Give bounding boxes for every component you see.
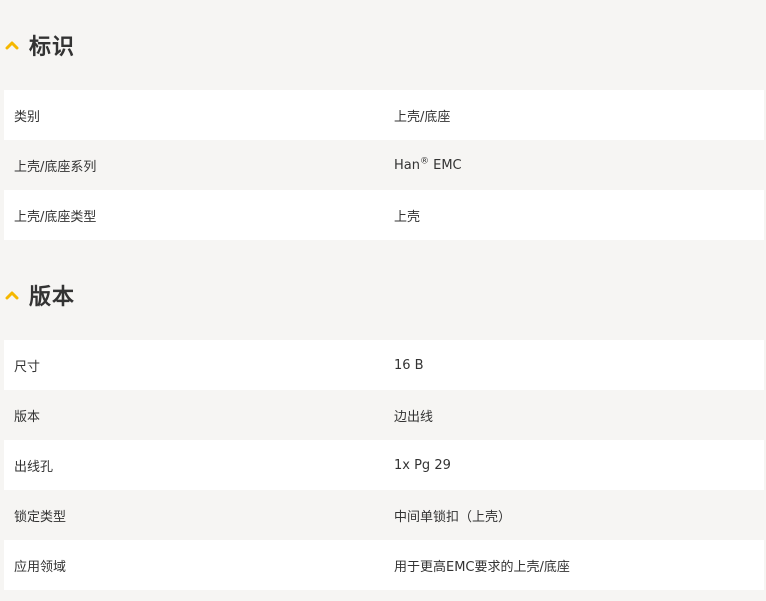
spec-table: 类别 上壳/底座 上壳/底座系列 Han® EMC 上壳/底座类型 上壳 (4, 90, 764, 240)
table-row: 尺寸 16 B (4, 340, 764, 390)
spec-table: 尺寸 16 B 版本 边出线 出线孔 1x Pg 29 锁定类型 中间单锁扣（上… (4, 340, 764, 590)
section-identification: 标识 类别 上壳/底座 上壳/底座系列 Han® EMC 上壳/底座类型 上壳 (0, 0, 766, 240)
spec-label: 版本 (14, 409, 41, 425)
spec-value: 边出线 (394, 409, 434, 425)
spec-label: 锁定类型 (14, 509, 67, 525)
spec-value: 1x Pg 29 (394, 457, 451, 473)
spec-value: 上壳/底座 (394, 109, 451, 125)
spec-label: 上壳/底座系列 (14, 159, 97, 175)
spec-value-suffix: EMC (428, 157, 462, 173)
table-row: 锁定类型 中间单锁扣（上壳） (4, 490, 764, 540)
spec-value-text: Han (394, 157, 420, 173)
spec-label: 类别 (14, 109, 41, 125)
section-header-version[interactable]: 版本 (0, 250, 766, 340)
spec-label: 上壳/底座类型 (14, 209, 97, 225)
section-header-identification[interactable]: 标识 (0, 0, 766, 90)
table-row: 上壳/底座类型 上壳 (4, 190, 764, 240)
spec-value: 16 B (394, 357, 424, 373)
section-title: 标识 (29, 35, 76, 60)
chevron-up-icon[interactable] (4, 37, 20, 53)
section-version: 版本 尺寸 16 B 版本 边出线 出线孔 1x Pg 29 锁定类型 中间单锁… (0, 250, 766, 590)
spec-label: 尺寸 (14, 359, 41, 375)
spec-value: 用于更高EMC要求的上壳/底座 (394, 559, 570, 575)
spec-value: 上壳 (394, 209, 421, 225)
registered-mark: ® (419, 156, 429, 167)
spec-value: 中间单锁扣（上壳） (394, 509, 512, 525)
table-row: 类别 上壳/底座 (4, 90, 764, 140)
table-row: 应用领域 用于更高EMC要求的上壳/底座 (4, 540, 764, 590)
table-row: 上壳/底座系列 Han® EMC (4, 140, 764, 190)
spec-value: Han® EMC (384, 156, 764, 173)
table-row: 出线孔 1x Pg 29 (4, 440, 764, 490)
chevron-up-icon[interactable] (4, 287, 20, 303)
spec-label: 出线孔 (14, 459, 54, 475)
section-title: 版本 (29, 285, 76, 310)
spec-label: 应用领域 (14, 559, 67, 575)
table-row: 版本 边出线 (4, 390, 764, 440)
